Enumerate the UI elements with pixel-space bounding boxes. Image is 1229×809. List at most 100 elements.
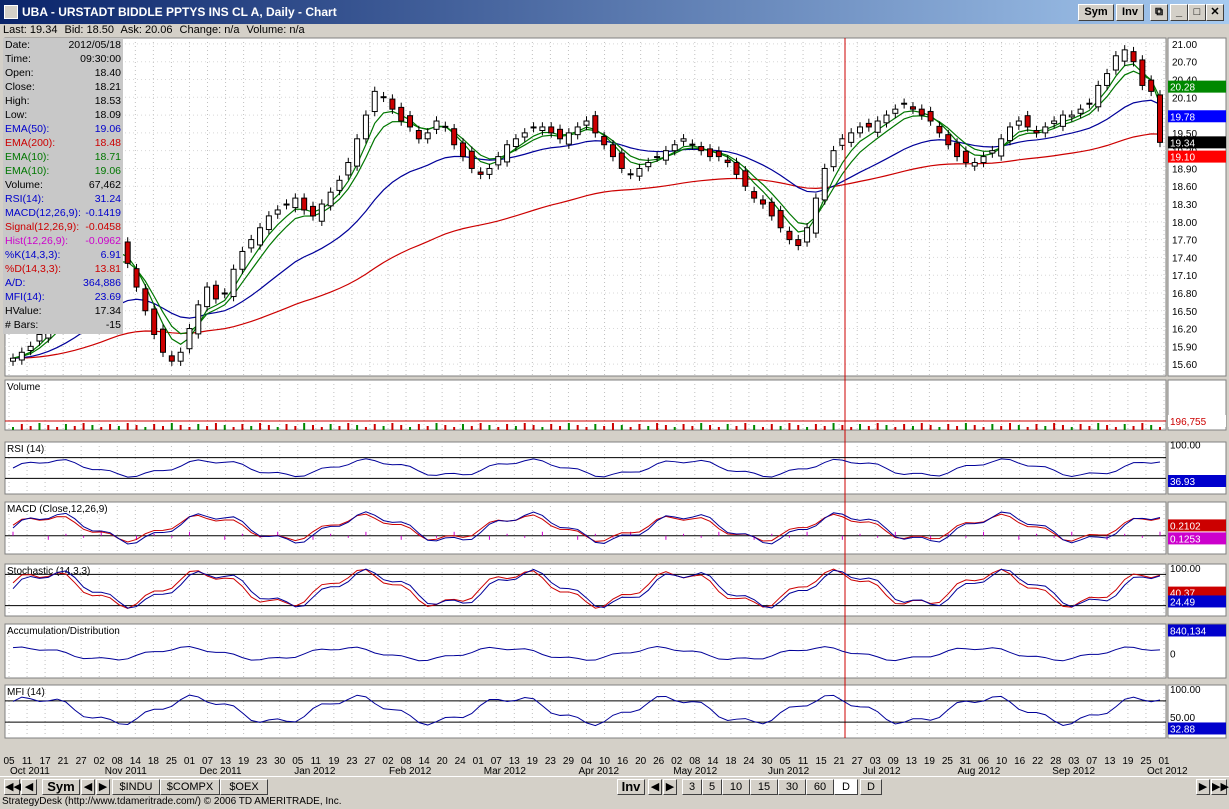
- first-icon[interactable]: ◀◀: [4, 779, 22, 795]
- close-icon[interactable]: ✕: [1206, 4, 1224, 21]
- maximize-icon[interactable]: □: [1188, 4, 1206, 21]
- x-day-label: 19: [924, 756, 936, 767]
- volume-bar: [82, 423, 85, 430]
- info-label: Date:: [5, 39, 31, 51]
- candle-body: [512, 138, 519, 148]
- price-label: 20.28: [1170, 83, 1195, 94]
- x-day-label: 29: [563, 756, 575, 767]
- info-row: EMA(10): 18.71: [5, 151, 121, 165]
- panel-macd: [4, 501, 1167, 555]
- candle-body: [204, 286, 211, 308]
- volume-bar: [117, 426, 120, 430]
- candle-body: [1077, 108, 1084, 114]
- sym-button[interactable]: Sym: [1078, 4, 1114, 21]
- price-tick: 15.90: [1172, 342, 1197, 353]
- volume-bar: [100, 427, 103, 430]
- candle-body: [557, 128, 564, 140]
- volume-bar: [311, 425, 314, 430]
- x-day-label: 01: [184, 756, 196, 767]
- volume-bar: [1088, 426, 1091, 430]
- x-day-label: 19: [1122, 756, 1134, 767]
- x-day-label: 25: [942, 756, 954, 767]
- panel-vol: [4, 379, 1167, 431]
- info-row: %K(14,3,3): 6.91: [5, 249, 121, 263]
- candle-body: [168, 355, 175, 362]
- volume-bar: [1106, 425, 1109, 430]
- volume-bar: [691, 426, 694, 430]
- minimize-icon[interactable]: _: [1170, 4, 1188, 21]
- candle-body: [327, 191, 334, 207]
- period-30[interactable]: 30: [778, 779, 806, 795]
- volume-bar: [109, 424, 112, 430]
- x-month-label: Jul 2012: [863, 766, 901, 776]
- axis-label: 196,755: [1170, 417, 1207, 428]
- active-period[interactable]: D: [860, 779, 882, 795]
- candle-body: [539, 126, 546, 132]
- x-month-label: Nov 2011: [105, 766, 148, 776]
- period-next-icon[interactable]: ▶: [663, 779, 677, 795]
- bottom-toolbar: ◀◀ ◀ Sym ◀ ▶ $INDU $COMPX $OEX Inv ◀ ▶ 3…: [0, 776, 1229, 796]
- candle-body: [468, 150, 475, 169]
- candle-body: [345, 162, 352, 176]
- panel-title: Stochastic (14,3,3): [7, 566, 90, 577]
- volume-bar: [64, 424, 67, 430]
- next-icon[interactable]: ▶: [1196, 779, 1210, 795]
- axis-label: 100.00: [1170, 441, 1201, 452]
- candle-body: [530, 126, 537, 129]
- x-month-label: Jan 2012: [294, 766, 336, 776]
- candle-body: [151, 308, 158, 335]
- period-5[interactable]: 5: [702, 779, 722, 795]
- volume-bar: [347, 423, 350, 430]
- candle-body: [398, 106, 405, 122]
- restore-icon[interactable]: ⧉: [1150, 4, 1168, 21]
- quote-ask: Ask: 20.06: [120, 24, 173, 36]
- x-day-label: 30: [274, 756, 286, 767]
- volume-bar: [964, 423, 967, 430]
- volume-bar: [1009, 423, 1012, 430]
- candle-body: [574, 126, 581, 136]
- period-prev-icon[interactable]: ◀: [648, 779, 662, 795]
- chart-area[interactable]: 05 11 17 21 27 02 08 14 18 25 01 07 13 19 23 30 05 11 19 23…: [0, 24, 1229, 776]
- volume-bar: [241, 424, 244, 430]
- candle-body: [1042, 126, 1049, 134]
- volume-bar: [170, 423, 173, 430]
- volume-bar: [453, 427, 456, 430]
- period-10[interactable]: 10: [722, 779, 750, 795]
- volume-bar: [303, 423, 306, 430]
- prev-icon[interactable]: ◀: [21, 779, 37, 795]
- tab-compx[interactable]: $COMPX: [160, 779, 220, 795]
- candle-body: [415, 130, 422, 140]
- tab-next-icon[interactable]: ▶: [96, 779, 110, 795]
- candle-body: [495, 156, 502, 166]
- candle-body: [27, 345, 34, 352]
- period-d[interactable]: D: [834, 779, 858, 795]
- tab-oex[interactable]: $OEX: [220, 779, 268, 795]
- x-month-label: Apr 2012: [579, 766, 620, 776]
- volume-bar: [144, 427, 147, 430]
- last-icon[interactable]: ▶▶: [1211, 779, 1229, 795]
- volume-bar: [735, 426, 738, 430]
- volume-bar: [603, 426, 606, 430]
- inv-button[interactable]: Inv: [1116, 4, 1144, 21]
- info-row: Close: 18.21: [5, 81, 121, 95]
- info-label: Volume:: [5, 179, 43, 191]
- candle-body: [1139, 59, 1146, 86]
- volume-bar: [1000, 426, 1003, 430]
- candle-body: [830, 150, 837, 168]
- candle-body: [1104, 73, 1111, 86]
- candle-body: [301, 197, 308, 211]
- axis-label: 36.93: [1170, 477, 1195, 488]
- info-row: EMA(10): 19.06: [5, 165, 121, 179]
- inv-tab-button[interactable]: Inv: [617, 779, 645, 795]
- period-3[interactable]: 3: [682, 779, 702, 795]
- volume-bar: [567, 423, 570, 430]
- volume-bar: [276, 427, 279, 430]
- candle-body: [909, 106, 916, 110]
- info-label: HValue:: [5, 305, 42, 317]
- candle-body: [1059, 114, 1066, 127]
- tab-prev-icon[interactable]: ◀: [81, 779, 95, 795]
- sym-tab-button[interactable]: Sym: [42, 779, 80, 795]
- period-15[interactable]: 15: [750, 779, 778, 795]
- tab-indu[interactable]: $INDU: [112, 779, 160, 795]
- period-60[interactable]: 60: [806, 779, 834, 795]
